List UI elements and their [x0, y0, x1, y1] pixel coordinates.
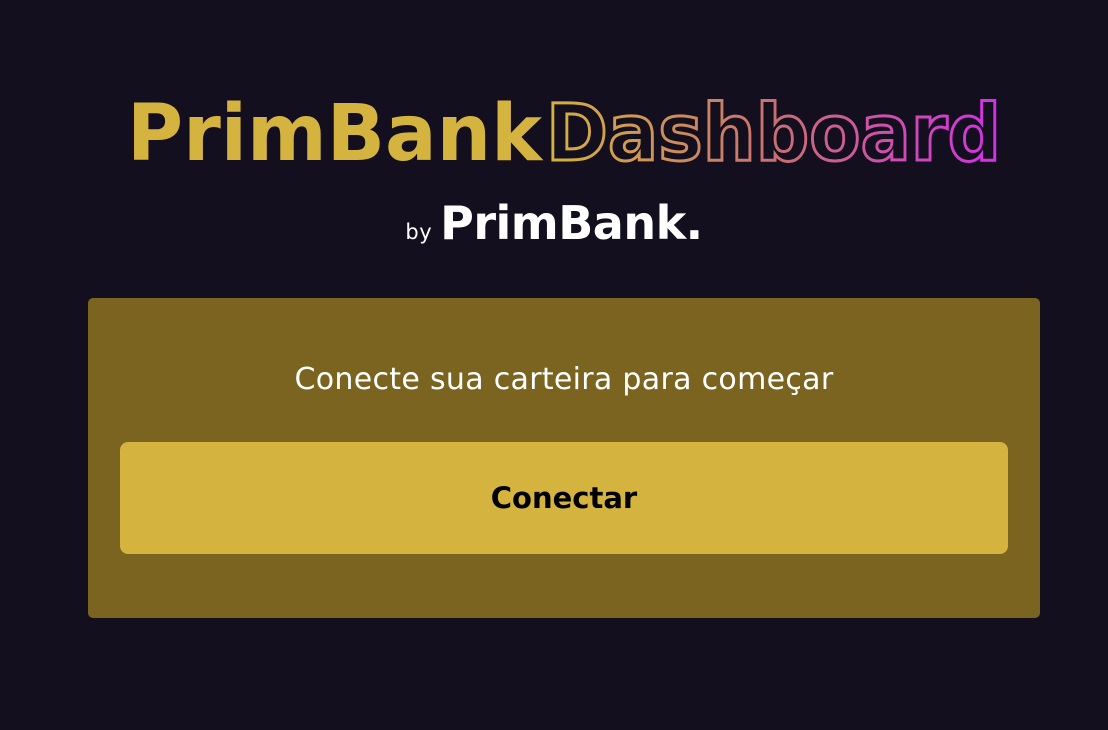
- connect-button[interactable]: Conectar: [120, 442, 1008, 554]
- logo-title-primbank: PrimBank: [127, 89, 544, 179]
- connect-wallet-message: Conecte sua carteira para começar: [294, 362, 834, 397]
- byline-by-label: by: [405, 220, 433, 244]
- logo-title-dashboard: Dashboard: [546, 89, 1001, 179]
- byline-brand-name: PrimBank.: [440, 196, 703, 250]
- connect-wallet-panel: Conecte sua carteira para começar Conect…: [88, 298, 1040, 618]
- dashboard-logo: PrimBank Dashboard: [127, 88, 1003, 181]
- brand-byline: by PrimBank.: [0, 196, 1108, 250]
